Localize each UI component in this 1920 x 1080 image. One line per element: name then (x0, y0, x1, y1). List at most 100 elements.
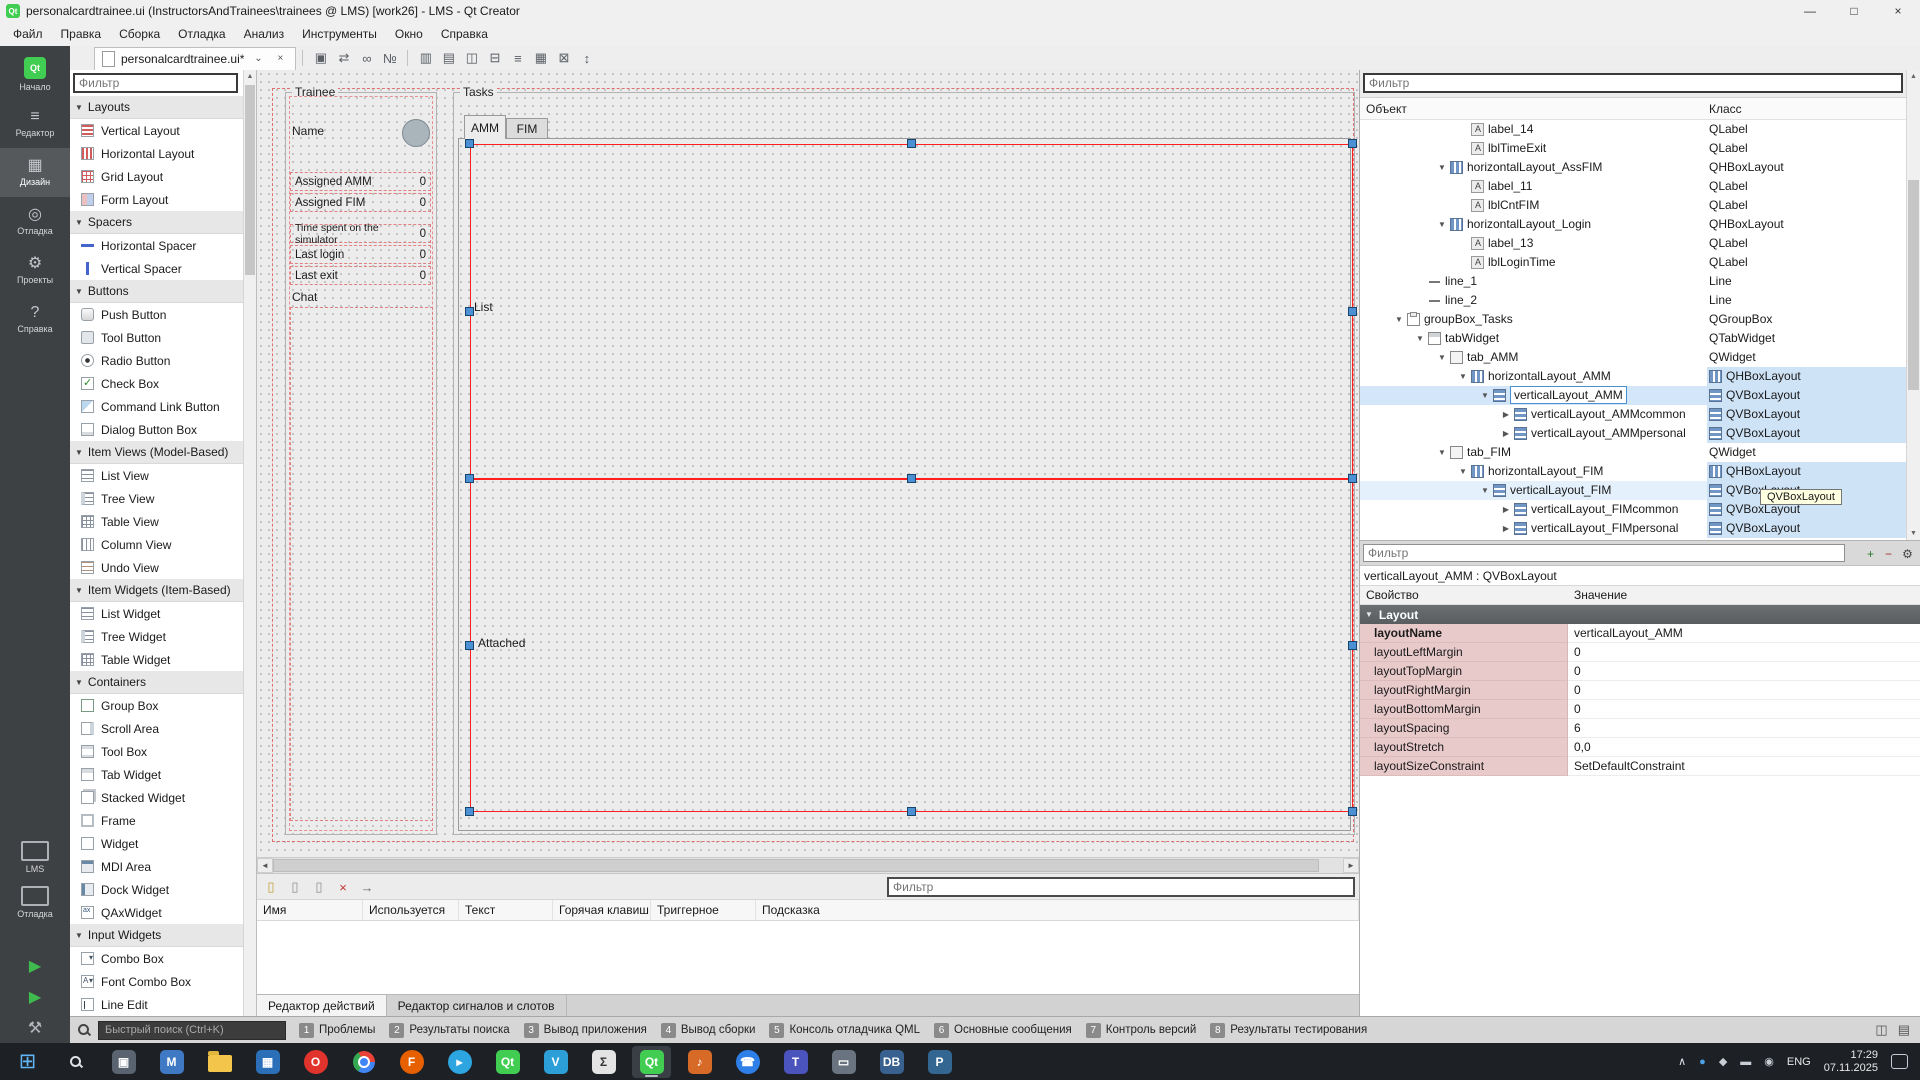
taskbar-vscode[interactable]: V (536, 1046, 575, 1078)
expander-icon[interactable]: ▶ (1500, 405, 1512, 424)
output-pane-4[interactable]: 4Вывод сборки (655, 1020, 762, 1041)
new-action-icon[interactable]: ▯ (261, 877, 281, 897)
time-spent-row[interactable]: Time spent on the simulator 0 (290, 224, 431, 243)
scroll-right-icon[interactable]: ► (1343, 858, 1359, 873)
scroll-left-icon[interactable]: ◄ (257, 858, 273, 873)
taskbar-qt-designer[interactable]: Qt (488, 1046, 527, 1078)
widgetbox-category-5[interactable]: ▼Containers (70, 671, 243, 694)
widgetbox-item[interactable]: Tab Widget (70, 763, 243, 786)
scrollbar-thumb[interactable] (1908, 180, 1919, 390)
assigned-fim-row[interactable]: Assigned FIM 0 (290, 193, 431, 212)
expander-icon[interactable]: ▼ (1457, 462, 1469, 481)
widgetbox-item[interactable]: Form Layout (70, 188, 243, 211)
document-dropdown-icon[interactable]: ⌄ (250, 53, 266, 64)
widgetbox-item[interactable]: MDI Area (70, 855, 243, 878)
property-value[interactable]: 0 (1568, 681, 1920, 700)
object-row-label_11[interactable]: label_11QLabel (1360, 177, 1906, 196)
taskbar-opera[interactable]: O (296, 1046, 335, 1078)
groupbox-trainee[interactable]: Trainee Name Assigned AMM 0 Assigned FIM… (285, 92, 437, 835)
scroll-down-icon[interactable]: ▼ (1907, 527, 1920, 540)
layout-horizontally-icon[interactable]: ▥ (414, 48, 437, 68)
object-row-line_2[interactable]: line_2Line (1360, 291, 1906, 310)
scroll-up-icon[interactable]: ▲ (244, 70, 256, 83)
kit-project[interactable]: LMS (0, 835, 70, 880)
tray-bluetooth-icon[interactable]: ● (1699, 1056, 1706, 1068)
mode-design[interactable]: ▦Дизайн (0, 148, 70, 197)
configure-property-icon[interactable]: ⚙ (1899, 545, 1916, 562)
object-class-cell[interactable]: QHBoxLayout (1707, 158, 1906, 177)
mode-debug[interactable]: ◎Отладка (0, 197, 70, 246)
object-row-horizontalLayout_Login[interactable]: ▼horizontalLayout_LoginQHBoxLayout (1360, 215, 1906, 234)
widgetbox-item[interactable]: Command Link Button (70, 395, 243, 418)
widgetbox-item[interactable]: Dock Widget (70, 878, 243, 901)
widgetbox-item[interactable]: Check Box (70, 372, 243, 395)
run-button[interactable]: ▶ (0, 950, 70, 981)
chat-list-widget[interactable] (290, 307, 433, 821)
resize-handle[interactable] (465, 307, 474, 316)
menu-item-3[interactable]: Отладка (169, 24, 234, 44)
locator-search-input[interactable] (98, 1021, 286, 1040)
canvas-horizontal-scrollbar[interactable]: ◄ ► (257, 857, 1359, 873)
taskbar-app-mail[interactable]: M (152, 1046, 191, 1078)
widgetbox-item[interactable]: Frame (70, 809, 243, 832)
resize-handle[interactable] (907, 474, 916, 483)
taskbar-search[interactable] (56, 1046, 95, 1078)
widgetbox-item[interactable]: Column View (70, 533, 243, 556)
widgetbox-filter-input[interactable] (73, 73, 238, 93)
property-value[interactable]: 0 (1568, 662, 1920, 681)
object-row-horizontalLayout_FIM[interactable]: ▼horizontalLayout_FIMQHBoxLayout (1360, 462, 1906, 481)
expander-icon[interactable]: ▼ (1393, 310, 1405, 329)
object-class-cell[interactable]: QTabWidget (1707, 329, 1906, 348)
object-inspector-filter-input[interactable] (1363, 73, 1903, 93)
resize-handle[interactable] (1348, 807, 1357, 816)
break-layout-icon[interactable]: ⊠ (552, 48, 575, 68)
object-class-cell[interactable]: QWidget (1707, 348, 1906, 367)
object-tree-scrollbar[interactable]: ▲ ▼ (1906, 70, 1920, 540)
widgetbox-item[interactable]: Dialog Button Box (70, 418, 243, 441)
mode-edit[interactable]: ≡Редактор (0, 99, 70, 148)
expander-icon[interactable]: ▶ (1500, 424, 1512, 443)
widgetbox-category-4[interactable]: ▼Item Widgets (Item-Based) (70, 579, 243, 602)
object-row-verticalLayout_AMM[interactable]: ▼verticalLayout_AMMQVBoxLayout (1360, 386, 1906, 405)
language-indicator[interactable]: ENG (1787, 1056, 1811, 1068)
taskbar-telegram[interactable]: ▸ (440, 1046, 479, 1078)
widgetbox-item[interactable]: Grid Layout (70, 165, 243, 188)
property-value[interactable]: 0,0 (1568, 738, 1920, 757)
object-class-cell[interactable]: QLabel (1707, 120, 1906, 139)
object-class-cell[interactable]: Line (1707, 272, 1906, 291)
minimize-button[interactable]: — (1788, 0, 1832, 22)
action-filter-input[interactable] (887, 877, 1355, 897)
avatar-placeholder[interactable] (402, 119, 430, 147)
layout-form-icon[interactable]: ≡ (506, 48, 529, 68)
tab-fim[interactable]: FIM (506, 118, 548, 139)
maximize-button[interactable]: □ (1832, 0, 1876, 22)
last-exit-row[interactable]: Last exit 0 (290, 266, 431, 285)
layout-split-horizontal-icon[interactable]: ◫ (460, 48, 483, 68)
expander-icon[interactable]: ▶ (1500, 519, 1512, 538)
menu-item-7[interactable]: Справка (432, 24, 497, 44)
layout-vertically-icon[interactable]: ▤ (437, 48, 460, 68)
menu-item-5[interactable]: Инструменты (293, 24, 386, 44)
widgetbox-item[interactable]: Vertical Spacer (70, 257, 243, 280)
widgetbox-item[interactable]: Font Combo Box (70, 970, 243, 993)
navigate-action-icon[interactable]: → (357, 877, 377, 897)
resize-handle[interactable] (1348, 641, 1357, 650)
object-row-label_13[interactable]: label_13QLabel (1360, 234, 1906, 253)
widgetbox-scrollbar[interactable]: ▲ (243, 70, 256, 1016)
widgetbox-item[interactable]: Vertical Layout (70, 119, 243, 142)
taskbar-start[interactable]: ⊞ (8, 1046, 47, 1078)
edit-action-icon[interactable]: ▯ (285, 877, 305, 897)
taskbar-qt-creator[interactable]: Qt (632, 1046, 671, 1078)
taskbar-chrome[interactable] (344, 1046, 383, 1078)
widgetbox-item[interactable]: Tree View (70, 487, 243, 510)
output-pane-7[interactable]: 7Контроль версий (1080, 1020, 1203, 1041)
object-class-cell[interactable]: QHBoxLayout (1707, 462, 1906, 481)
object-row-groupBox_Tasks[interactable]: ▼groupBox_TasksQGroupBox (1360, 310, 1906, 329)
property-section-layout[interactable]: ▼ Layout (1360, 605, 1920, 624)
object-row-horizontalLayout_AssFIM[interactable]: ▼horizontalLayout_AssFIMQHBoxLayout (1360, 158, 1906, 177)
resize-handle[interactable] (465, 807, 474, 816)
tray-shield-icon[interactable]: ◆ (1719, 1055, 1727, 1068)
tab-amm[interactable]: AMM (464, 115, 506, 139)
bottom-tab-0[interactable]: Редактор действий (257, 995, 387, 1016)
property-value[interactable]: 6 (1568, 719, 1920, 738)
